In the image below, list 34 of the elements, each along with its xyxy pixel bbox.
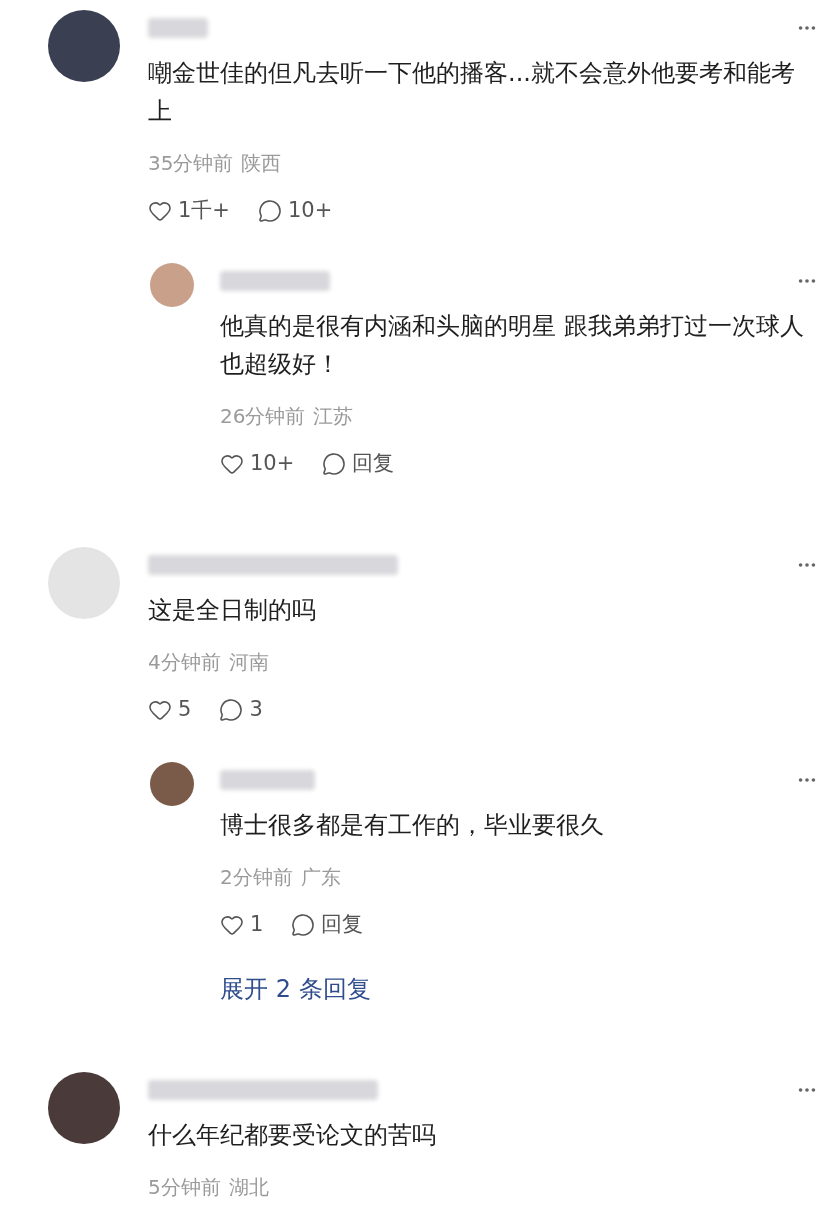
comment-text: 嘲金世佳的但凡去听一下他的播客...就不会意外他要考和能考上 <box>148 58 796 127</box>
reply-button[interactable]: 回复 <box>291 909 364 941</box>
reply-button[interactable]: 3 <box>219 694 263 726</box>
comment-icon <box>219 698 244 722</box>
blurred-username <box>148 18 208 38</box>
comment-location: 广东 <box>300 864 341 891</box>
avatar[interactable] <box>150 762 194 806</box>
comment-text: 这是全日制的吗 <box>148 595 317 626</box>
like-button[interactable]: 10+ <box>220 448 295 480</box>
expand-replies-link[interactable]: 展开 2 条回复 <box>220 974 371 1004</box>
reply-button[interactable]: 10+ <box>257 195 333 227</box>
comment-location: 河南 <box>228 649 269 676</box>
heart-icon <box>220 452 244 476</box>
comment-time: 26分钟前 <box>220 403 306 430</box>
like-button[interactable]: 1千+ <box>148 195 230 227</box>
reply-button[interactable]: 回复 <box>322 448 395 480</box>
comment-time: 35分钟前 <box>148 150 234 177</box>
comment-text: 博士很多都是有工作的，毕业要很久 <box>220 810 605 841</box>
comment-time: 4分钟前 <box>148 649 221 676</box>
heart-icon <box>148 698 172 722</box>
comment-location: 湖北 <box>228 1174 269 1201</box>
heart-icon <box>148 199 172 223</box>
like-button[interactable]: 5 <box>148 694 192 726</box>
like-button[interactable]: 1 <box>220 909 264 941</box>
heart-icon <box>220 913 244 937</box>
comment-icon <box>257 199 282 223</box>
comment-icon <box>291 913 316 937</box>
comment-location: 陕西 <box>241 150 282 177</box>
comment-text: 什么年纪都要受论文的苦吗 <box>148 1120 437 1151</box>
comment-icon <box>322 452 347 476</box>
comment-location: 江苏 <box>313 403 354 430</box>
comment-text: 他真的是很有内涵和头脑的明星 跟我弟弟打过一次球人也超级好！ <box>220 311 805 380</box>
comment-time: 2分钟前 <box>220 864 293 891</box>
comment-time: 5分钟前 <box>148 1174 221 1201</box>
